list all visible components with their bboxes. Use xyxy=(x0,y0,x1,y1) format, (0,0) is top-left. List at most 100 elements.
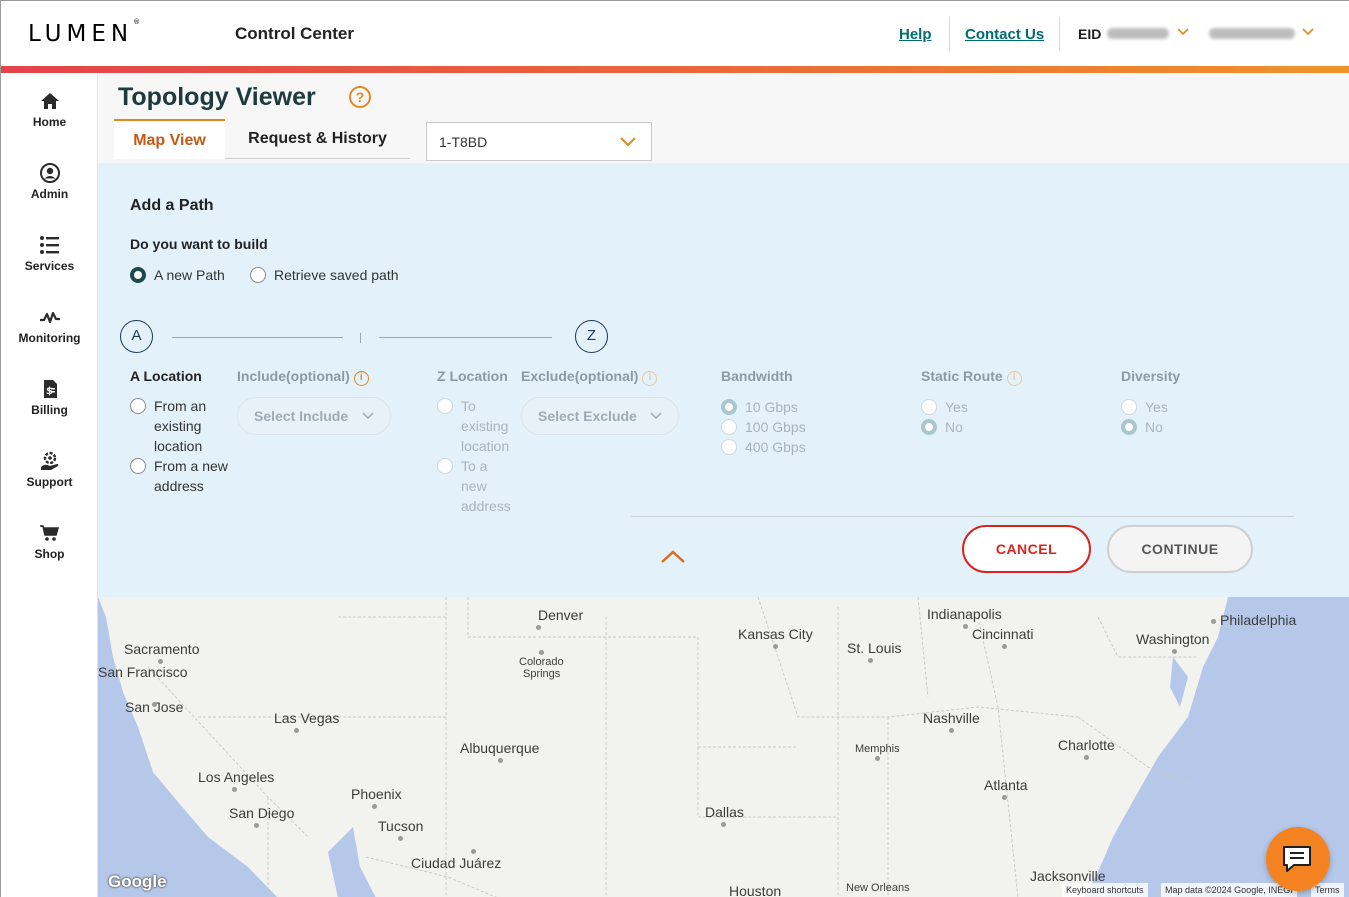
info-icon[interactable]: i xyxy=(353,371,369,386)
map-city-label: Phoenix xyxy=(351,786,402,802)
select-exclude-placeholder: Select Exclude xyxy=(538,408,637,424)
sidebar-item-billing[interactable]: $ Billing xyxy=(1,379,98,417)
user-name-redacted xyxy=(1209,28,1295,39)
tab-map-view[interactable]: Map View xyxy=(114,119,225,159)
service-select[interactable]: 1-T8BD xyxy=(426,122,652,161)
radio-button[interactable] xyxy=(130,267,146,283)
chevron-down-icon xyxy=(620,137,636,147)
lumen-logo[interactable]: LUMEN® xyxy=(28,18,140,47)
map-city-label: Dallas xyxy=(705,804,744,820)
sidebar-item-label: Home xyxy=(32,115,67,129)
path-line xyxy=(379,337,552,338)
user-menu-chevron-down-icon[interactable] xyxy=(1300,23,1316,39)
map-city-label: Los Angeles xyxy=(198,769,275,785)
sidebar-item-label: Services xyxy=(24,259,75,273)
exclude-label: Exclude(optional) i xyxy=(521,368,658,386)
map-city-label: Denver xyxy=(538,607,584,623)
help-link[interactable]: Help xyxy=(899,26,932,43)
radio-button[interactable] xyxy=(437,458,453,474)
radio-label: 10 Gbps xyxy=(745,399,798,415)
map-city-dot xyxy=(949,728,954,733)
radio-label: To existing location xyxy=(461,398,510,454)
radio-new-path[interactable]: A new Path xyxy=(130,267,225,283)
info-icon[interactable]: i xyxy=(642,371,658,386)
radio-a-existing-location[interactable]: From an existing location xyxy=(130,396,206,456)
radio-bandwidth-10[interactable]: 10 Gbps xyxy=(721,397,798,417)
radio-label: Yes xyxy=(945,399,968,415)
radio-button[interactable] xyxy=(437,398,453,414)
radio-z-new-address[interactable]: To a new address xyxy=(437,456,511,516)
map-city-label: Springs xyxy=(523,668,561,680)
chat-bubble-icon xyxy=(1283,846,1311,872)
radio-a-new-address[interactable]: From a new address xyxy=(130,456,228,496)
static-route-label: Static Route i xyxy=(921,368,1022,386)
radio-button[interactable] xyxy=(130,458,146,474)
point-a-marker: A xyxy=(120,320,153,353)
top-header: LUMEN® Control Center Help Contact Us EI… xyxy=(1,1,1349,66)
radio-label: Retrieve saved path xyxy=(274,267,399,283)
radio-button[interactable] xyxy=(1121,419,1137,435)
radio-bandwidth-400[interactable]: 400 Gbps xyxy=(721,437,806,457)
sidebar-item-admin[interactable]: Admin xyxy=(1,163,98,201)
map-city-label: Sacramento xyxy=(124,641,200,657)
radio-label: 400 Gbps xyxy=(745,439,806,455)
radio-z-existing-location[interactable]: To existing location xyxy=(437,396,509,456)
sidebar-item-shop[interactable]: Shop xyxy=(1,523,98,561)
sidebar-item-home[interactable]: Home xyxy=(1,91,98,129)
chat-button[interactable] xyxy=(1266,827,1330,891)
path-line-tick xyxy=(360,333,361,343)
header-accent-bar xyxy=(1,66,1349,73)
radio-button[interactable] xyxy=(721,399,737,415)
point-z-marker: Z xyxy=(575,320,608,353)
map-city-dot xyxy=(471,849,476,854)
select-exclude[interactable]: Select Exclude xyxy=(521,397,679,435)
sidebar-item-services[interactable]: Services xyxy=(1,235,98,273)
question-circle-icon[interactable]: ? xyxy=(349,86,371,108)
radio-button[interactable] xyxy=(721,419,737,435)
map-city-label: Atlanta xyxy=(984,777,1028,793)
radio-button[interactable] xyxy=(130,398,146,414)
map-city-dot xyxy=(372,804,377,809)
radio-button[interactable] xyxy=(1121,399,1137,415)
cancel-button[interactable]: CANCEL xyxy=(962,525,1091,573)
sidebar-item-label: Admin xyxy=(30,187,69,201)
contact-us-link[interactable]: Contact Us xyxy=(965,26,1044,43)
keyboard-shortcuts-link[interactable]: Keyboard shortcuts xyxy=(1062,883,1148,897)
radio-button[interactable] xyxy=(721,439,737,455)
map-city-dot xyxy=(868,658,873,663)
service-select-value: 1-T8BD xyxy=(439,134,488,150)
radio-static-route-yes[interactable]: Yes xyxy=(921,397,968,417)
map-city-dot xyxy=(232,787,237,792)
radio-bandwidth-100[interactable]: 100 Gbps xyxy=(721,417,806,437)
radio-label: A new Path xyxy=(154,267,225,283)
radio-diversity-yes[interactable]: Yes xyxy=(1121,397,1168,417)
map-canvas[interactable]: Denver Colorado Springs Kansas City St. … xyxy=(98,597,1349,897)
support-icon xyxy=(40,451,58,470)
app-title: Control Center xyxy=(235,24,354,43)
cart-icon xyxy=(39,525,59,541)
map-city-label: Nashville xyxy=(923,710,980,726)
map-city-label: Ciudad Juárez xyxy=(411,855,502,871)
chevron-down-icon xyxy=(650,412,662,420)
map-city-dot xyxy=(1211,619,1216,624)
include-label: Include(optional) i xyxy=(237,368,369,386)
sidebar-item-label: Support xyxy=(26,475,73,489)
sidebar-item-monitoring[interactable]: Monitoring xyxy=(1,307,98,345)
info-icon[interactable]: i xyxy=(1006,371,1022,386)
select-include[interactable]: Select Include xyxy=(237,397,391,435)
continue-button[interactable]: CONTINUE xyxy=(1107,525,1253,573)
eid-chevron-down-icon[interactable] xyxy=(1175,23,1191,39)
radio-retrieve-saved-path[interactable]: Retrieve saved path xyxy=(250,267,399,283)
radio-button[interactable] xyxy=(250,267,266,283)
map-city-dot xyxy=(536,625,541,630)
sidebar-item-support[interactable]: Support xyxy=(1,451,98,489)
radio-button[interactable] xyxy=(921,419,937,435)
tab-request-history[interactable]: Request & History xyxy=(225,119,410,159)
radio-diversity-no[interactable]: No xyxy=(1121,417,1163,437)
radio-button[interactable] xyxy=(921,399,937,415)
map-city-label: Cincinnati xyxy=(972,626,1034,642)
map-data-attribution: Map data ©2024 Google, INEGI xyxy=(1161,883,1297,897)
radio-static-route-no[interactable]: No xyxy=(921,417,963,437)
chevron-up-icon[interactable] xyxy=(660,549,686,565)
map-city-dot xyxy=(539,650,544,655)
